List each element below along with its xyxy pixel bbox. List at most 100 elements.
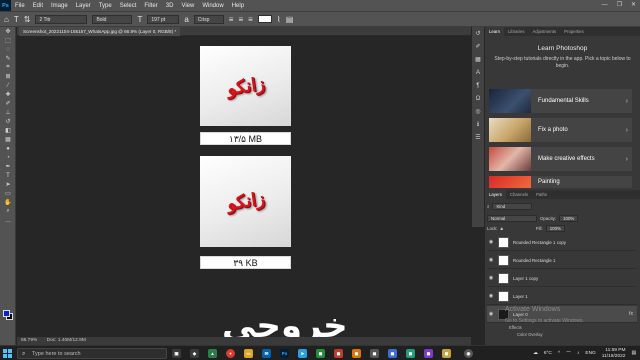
tutorial-painting[interactable]: Painting [489, 176, 632, 188]
network-icon[interactable]: ⌒ [566, 350, 571, 357]
eye-icon[interactable]: ◉ [487, 257, 495, 263]
tab-channels[interactable]: Channels [506, 190, 532, 199]
type-tool-icon[interactable]: T [14, 15, 19, 24]
healing-brush-tool-icon[interactable]: ✚ [0, 90, 16, 99]
rectangle-tool-icon[interactable]: ▭ [0, 189, 16, 198]
chrome-icon[interactable]: ● [226, 349, 235, 358]
app-icon[interactable]: ◆ [190, 349, 199, 358]
history-icon[interactable]: ↺ [472, 27, 484, 40]
document-tab[interactable]: Screenshot_20221104-155157_WhatsApp.jpg … [19, 27, 181, 36]
lasso-tool-icon[interactable]: ◌ [0, 45, 16, 54]
marquee-tool-icon[interactable]: ⬚ [0, 36, 16, 45]
app-icon[interactable]: ◼ [334, 349, 343, 358]
type-tool-icon[interactable]: T [0, 171, 16, 180]
blend-mode-select[interactable]: Normal [487, 214, 537, 222]
pen-tool-icon[interactable]: ✒ [0, 162, 16, 171]
menu-edit[interactable]: Edit [29, 3, 47, 9]
telegram-icon[interactable]: ➤ [298, 349, 307, 358]
character-panel-icon[interactable]: ▤ [286, 15, 294, 24]
layer-row[interactable]: ◉ Rounded Rectangle 1 copy [487, 234, 637, 251]
menu-file[interactable]: File [11, 3, 29, 9]
layer-row[interactable]: ◉ Layer 1 copy [487, 270, 637, 287]
app-icon[interactable]: ◼ [316, 349, 325, 358]
color-overlay-effect[interactable]: Color Overlay [517, 332, 543, 337]
fx-icon[interactable]: fx [629, 311, 633, 317]
tutorial-fix-a-photo[interactable]: Fix a photo › [489, 118, 632, 142]
color-swatches[interactable] [3, 310, 13, 320]
layer-row[interactable]: ◉ Layer 1 [487, 288, 637, 305]
blur-tool-icon[interactable]: ● [0, 144, 16, 153]
eye-icon[interactable]: ◉ [487, 275, 495, 281]
app-icon[interactable]: ◼ [352, 349, 361, 358]
zoom-level[interactable]: 66.79% [21, 338, 37, 343]
menu-type[interactable]: Type [95, 3, 116, 9]
task-view-icon[interactable]: ▣ [172, 349, 181, 358]
brush-settings-icon[interactable]: ✐ [472, 40, 484, 53]
menu-image[interactable]: Image [47, 3, 72, 9]
antialias-select[interactable]: Crisp [193, 14, 224, 24]
menu-view[interactable]: View [177, 3, 198, 9]
warp-text-icon[interactable]: ⌇ [277, 15, 281, 24]
menu-layer[interactable]: Layer [72, 3, 95, 9]
app-icon[interactable]: ✉ [262, 349, 271, 358]
weather-temp[interactable]: 6°C [544, 351, 552, 356]
app-icon[interactable]: ◼ [424, 349, 433, 358]
app-icon[interactable]: ◼ [406, 349, 415, 358]
tab-layers[interactable]: Layers [485, 190, 506, 199]
font-size-select[interactable]: 197 pt [147, 14, 180, 24]
file-explorer-icon[interactable]: ▭ [244, 349, 253, 358]
tab-learn[interactable]: Learn [485, 27, 504, 36]
align-right-icon[interactable]: ≡ [248, 15, 253, 24]
close-button[interactable]: ✕ [631, 0, 636, 11]
quick-select-tool-icon[interactable]: ✎ [0, 54, 16, 63]
lock-icon[interactable]: 🔒︎ [501, 226, 503, 231]
home-icon[interactable]: ⌂ [4, 15, 9, 24]
layer-row[interactable]: ◉ Rounded Rectangle 1 [487, 252, 637, 269]
maximize-button[interactable]: ❐ [617, 0, 622, 11]
tab-adjustments[interactable]: Adjustments [528, 27, 560, 36]
fill-input[interactable]: 100% [545, 224, 565, 232]
tab-libraries[interactable]: Libraries [504, 27, 528, 36]
history-brush-tool-icon[interactable]: ↺ [0, 117, 16, 126]
paragraph-icon[interactable]: ¶ [472, 79, 484, 92]
move-tool-icon[interactable]: ✥ [0, 27, 16, 36]
align-left-icon[interactable]: ≡ [229, 15, 234, 24]
weather-icon[interactable]: ☁ [533, 351, 538, 356]
crop-tool-icon[interactable]: ⌗ [0, 63, 16, 72]
app-icon[interactable]: ◼ [388, 349, 397, 358]
align-center-icon[interactable]: ≡ [238, 15, 243, 24]
app-icon[interactable]: ▲ [208, 349, 217, 358]
menu-window[interactable]: Window [198, 3, 227, 9]
tray-chevron-icon[interactable]: ^ [558, 351, 560, 356]
volume-icon[interactable]: ♪ [577, 351, 579, 356]
canvas-area[interactable]: زانکو ۱۳/۵ MB زانکو ۳۹ KB خروجی [17, 36, 471, 345]
notifications-icon[interactable]: ▤ [631, 351, 636, 356]
character-icon[interactable]: A [472, 66, 484, 79]
font-style-select[interactable]: Bold [92, 14, 133, 24]
eraser-tool-icon[interactable]: ◧ [0, 126, 16, 135]
menu-filter[interactable]: Filter [140, 3, 161, 9]
more-tools-icon[interactable]: … [0, 216, 16, 225]
text-color-swatch[interactable] [257, 15, 272, 23]
taskbar-search-box[interactable]: ⌕ Type here to search [17, 348, 167, 359]
obs-icon[interactable]: ◉ [464, 349, 473, 358]
effects-label[interactable]: Effects [509, 325, 522, 330]
menu-select[interactable]: Select [116, 3, 141, 9]
gradient-tool-icon[interactable]: ▦ [0, 135, 16, 144]
app-icon[interactable]: ◼ [370, 349, 379, 358]
info-icon[interactable]: ℹ [472, 118, 484, 131]
minimize-button[interactable]: — [602, 0, 608, 11]
eye-icon[interactable]: ◉ [487, 311, 495, 317]
eyedropper-tool-icon[interactable]: ⁄ [0, 81, 16, 90]
glyphs-icon[interactable]: Ω [472, 92, 484, 105]
opacity-input[interactable]: 100% [559, 214, 579, 222]
app-icon[interactable]: ◼ [442, 349, 451, 358]
clock[interactable]: 11:59 PM 11/19/2022 [602, 348, 626, 359]
text-orientation-icon[interactable]: ⇅ [24, 15, 31, 24]
eye-icon[interactable]: ◉ [487, 239, 495, 245]
frame-tool-icon[interactable]: ⊠ [0, 72, 16, 81]
font-family-select[interactable]: 2 Titr [35, 14, 88, 24]
properties-icon[interactable]: ☰ [472, 131, 484, 144]
path-selection-tool-icon[interactable]: ➤ [0, 180, 16, 189]
menu-help[interactable]: Help [228, 3, 248, 9]
